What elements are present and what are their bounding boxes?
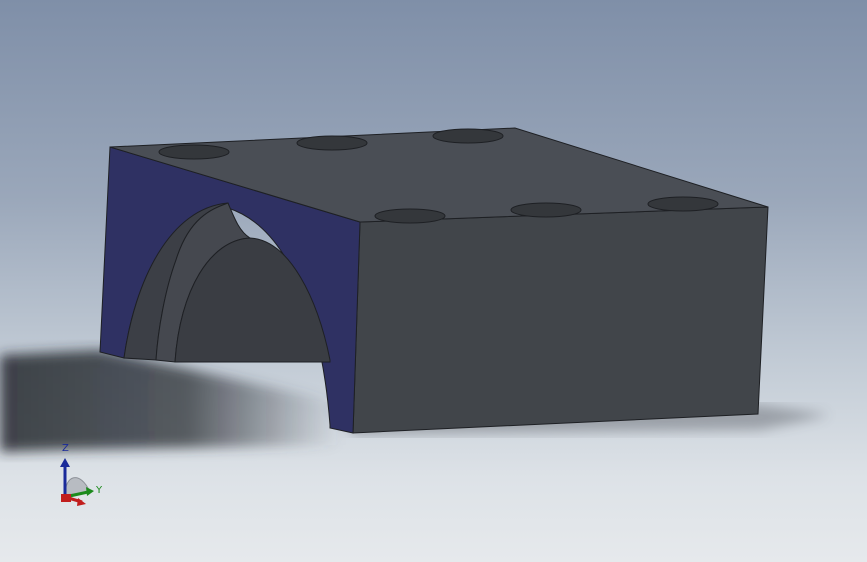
orientation-triad[interactable]: Z Y — [50, 440, 110, 515]
hole — [510, 202, 582, 218]
hole — [158, 144, 230, 160]
model-view[interactable] — [0, 0, 867, 562]
hole — [432, 128, 504, 144]
hole — [296, 135, 368, 151]
hole — [647, 196, 719, 212]
y-axis-label: Y — [96, 485, 103, 496]
triad-icon — [60, 458, 94, 506]
cad-viewport[interactable]: Z Y — [0, 0, 867, 562]
front-face[interactable] — [352, 206, 769, 434]
z-axis-label: Z — [62, 443, 69, 454]
hole — [374, 208, 446, 224]
